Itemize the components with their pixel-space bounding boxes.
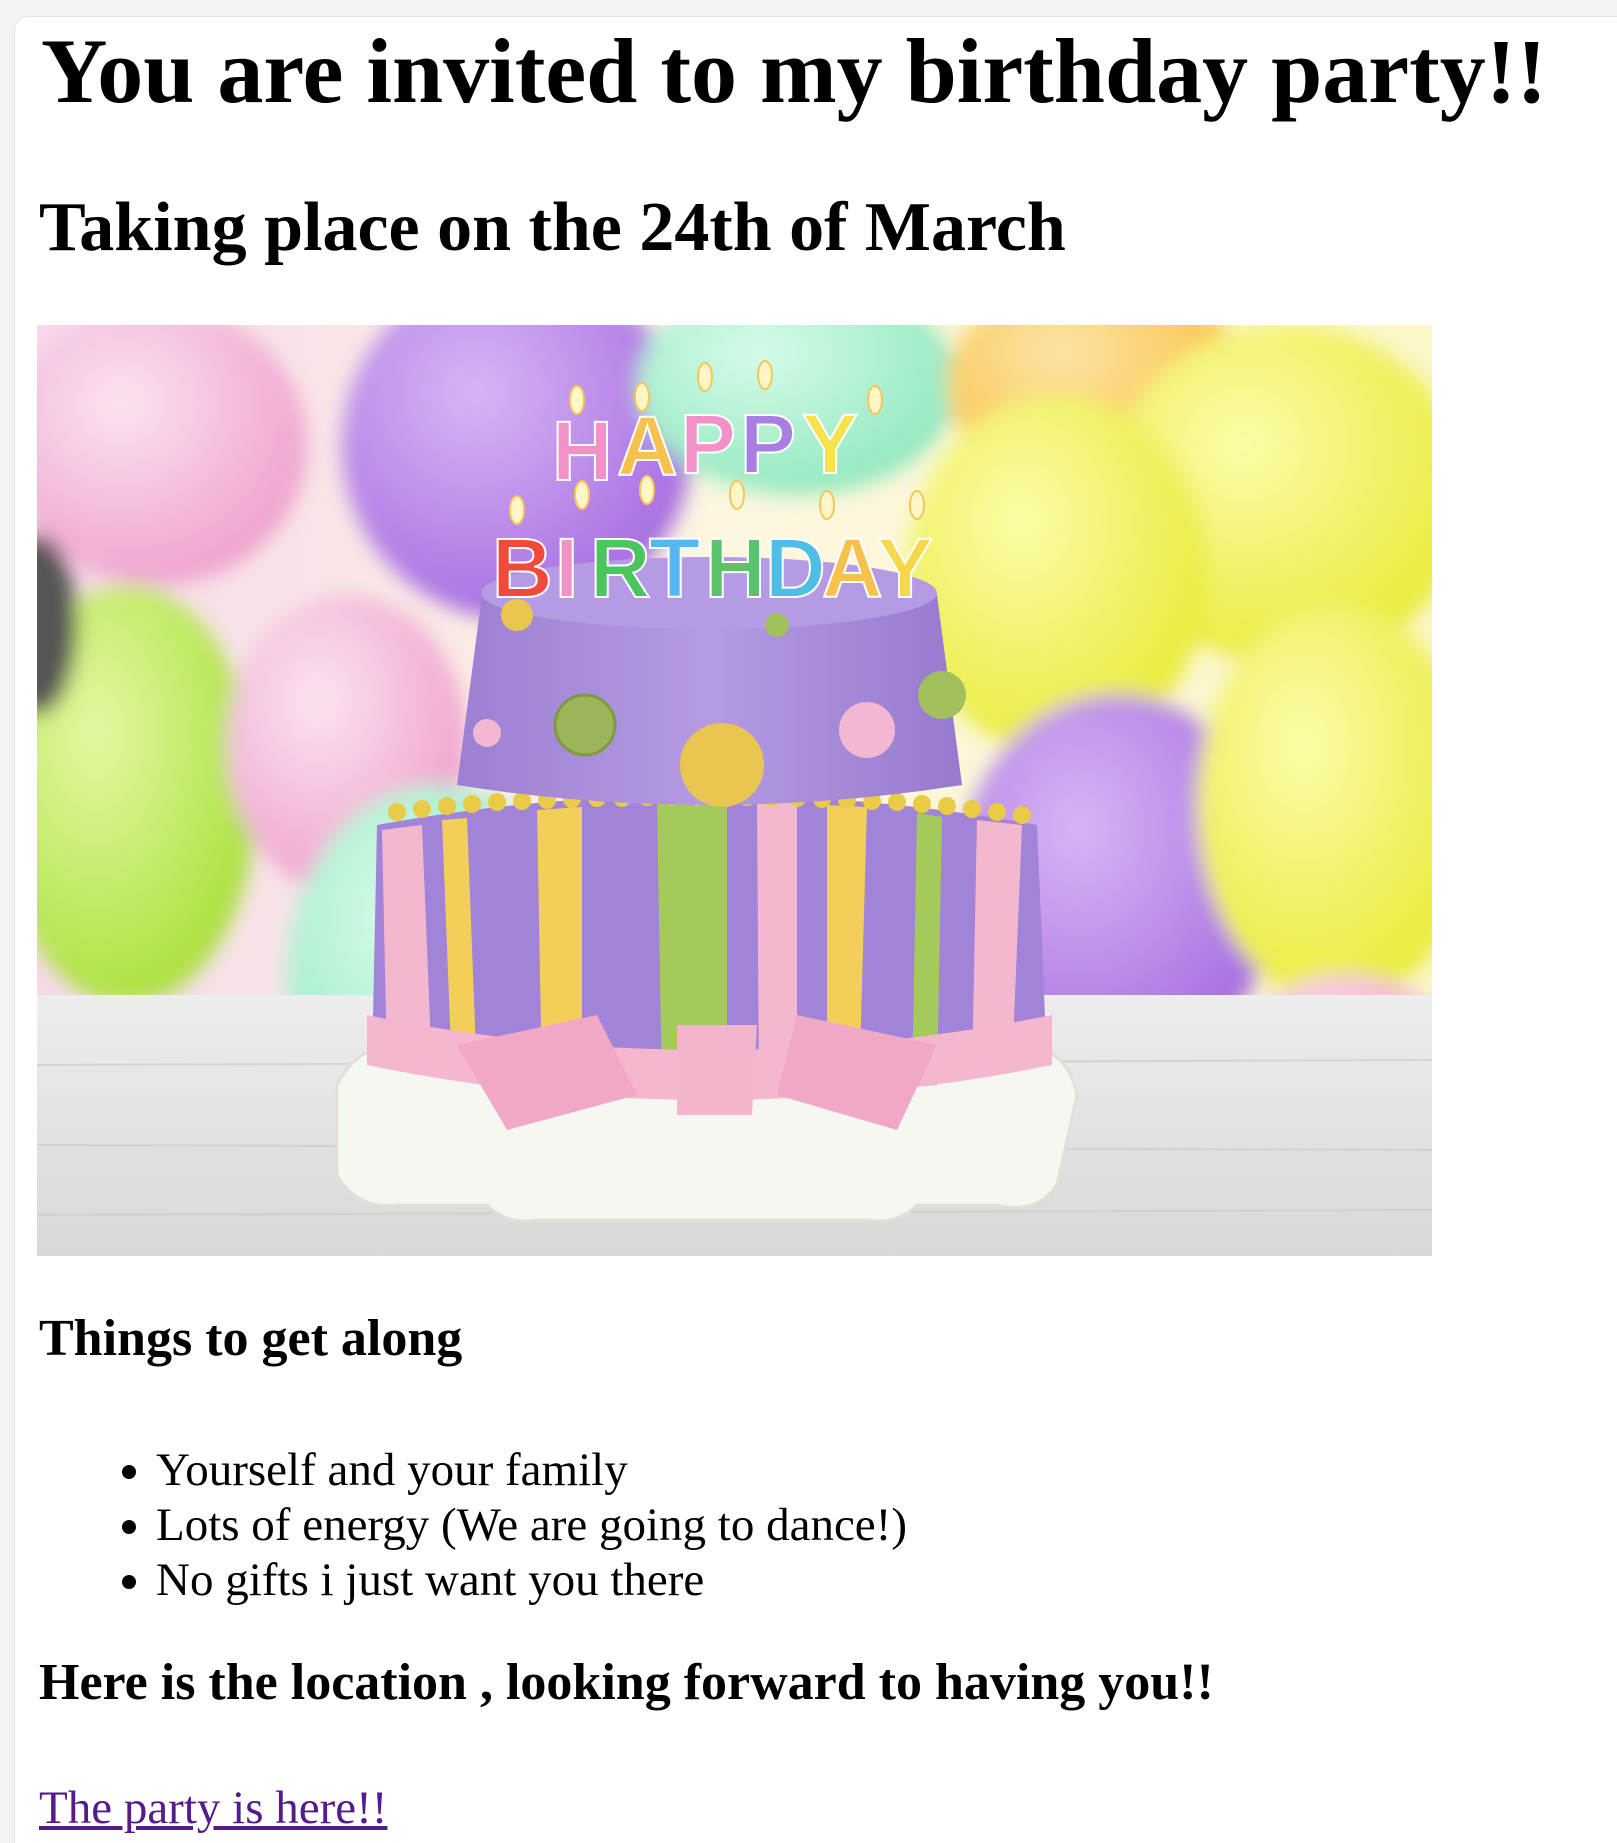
candle-letter-b: B [492,521,553,615]
candle-letter-r: R [590,521,651,615]
candle-letter-p2: P [740,397,796,491]
list-item: No gifts i just want you there [156,1553,907,1608]
things-to-bring-heading: Things to get along [39,1310,463,1367]
things-to-bring-list: Yourself and your family Lots of energy … [15,1443,907,1608]
candle-letter-h2: H [705,521,766,615]
page-title: You are invited to my birthday party!! [41,20,1548,122]
candle-letter-d: D [765,521,826,615]
candle-letter-y2: Y [877,521,933,615]
party-location-link[interactable]: The party is here!! [39,1782,387,1835]
candle-letter-i: I [555,521,578,615]
birthday-cake-image: H A P P Y B I R T H D A Y [37,325,1432,1256]
candle-letter-y: Y [802,397,858,491]
list-item: Lots of energy (We are going to dance!) [156,1498,907,1553]
event-date-heading: Taking place on the 24th of March [39,189,1066,266]
candle-letter-t: T [649,521,700,615]
candle-letter-p1: P [680,397,736,491]
browser-viewport: You are invited to my birthday party!! T… [14,16,1617,1843]
list-item: Yourself and your family [156,1443,907,1498]
location-heading: Here is the location , looking forward t… [39,1654,1214,1711]
candle-letter-a2: A [822,521,883,615]
